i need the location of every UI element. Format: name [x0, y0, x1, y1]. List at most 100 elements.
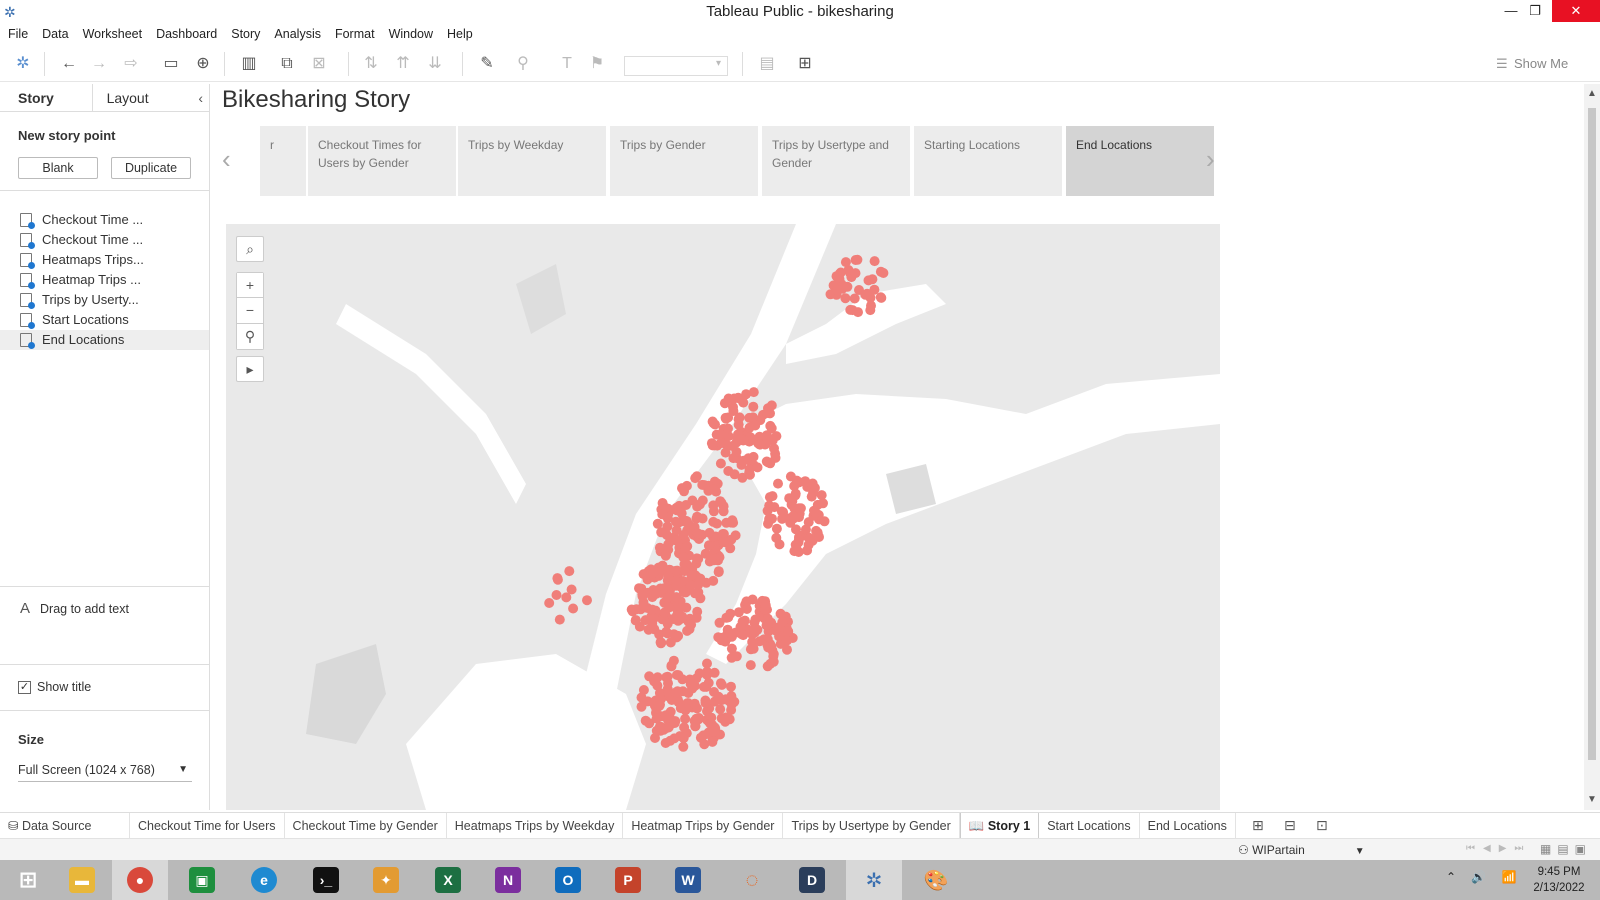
story-point-card-selected[interactable]: End Locations	[1066, 126, 1214, 196]
sheet-item-selected[interactable]: End Locations	[0, 330, 209, 350]
map-point[interactable]	[708, 575, 719, 586]
pin-map-icon[interactable]: ⚲	[236, 324, 264, 350]
map-point[interactable]	[662, 592, 673, 603]
previous-story-point-icon[interactable]: ‹	[222, 144, 231, 175]
map-point[interactable]	[869, 284, 880, 295]
sheet-tab[interactable]: Checkout Time by Gender	[285, 812, 447, 839]
story-point-card[interactable]: r	[260, 126, 306, 196]
map-point[interactable]	[697, 513, 708, 524]
duplicate-button[interactable]: Duplicate	[111, 157, 191, 179]
taskbar-jupyter[interactable]: ◌	[724, 860, 780, 900]
map-point[interactable]	[659, 607, 670, 618]
map-point[interactable]	[731, 446, 742, 457]
story-point-card[interactable]: Checkout Times for Users by Gender	[308, 126, 456, 196]
map-point[interactable]	[662, 618, 673, 629]
map-point[interactable]	[680, 515, 691, 526]
map-point[interactable]	[771, 523, 782, 534]
map-point[interactable]	[804, 533, 815, 544]
map-point[interactable]	[767, 491, 778, 502]
map-point[interactable]	[564, 566, 575, 577]
map-point[interactable]	[678, 552, 689, 563]
new-story-icon[interactable]: ⊡	[1306, 817, 1338, 834]
show-title-checkbox[interactable]: ✓ Show title	[18, 680, 91, 694]
map-point[interactable]	[850, 268, 861, 279]
sheet-tab[interactable]: Checkout Time for Users	[130, 812, 285, 839]
taskbar-word[interactable]: W	[660, 860, 716, 900]
map-point[interactable]	[762, 661, 773, 672]
map-point[interactable]	[777, 617, 788, 628]
map-point[interactable]	[568, 603, 579, 614]
sheet-tab[interactable]: End Locations	[1140, 812, 1236, 839]
map-point[interactable]	[840, 257, 851, 268]
map-point[interactable]	[733, 607, 744, 618]
map-point[interactable]	[748, 401, 759, 412]
presentation-mode-icon[interactable]: ⊞	[794, 54, 816, 74]
tab-layout[interactable]: Layout ‹	[91, 84, 209, 112]
taskbar-outlook[interactable]: O	[540, 860, 596, 900]
sheet-item[interactable]: Checkout Time ...	[0, 230, 209, 250]
map-point[interactable]	[769, 443, 779, 454]
new-worksheet-icon[interactable]: ▥	[238, 54, 260, 74]
map-point[interactable]	[747, 594, 758, 605]
map-point[interactable]	[677, 611, 688, 622]
map-point[interactable]	[699, 681, 709, 692]
menu-format[interactable]: Format	[335, 27, 375, 41]
drag-to-add-text[interactable]: A Drag to add text	[20, 600, 129, 617]
map-point[interactable]	[867, 274, 878, 285]
map-point[interactable]	[715, 438, 726, 449]
map-point[interactable]	[654, 700, 665, 711]
map-point[interactable]	[700, 548, 711, 559]
end-locations-map[interactable]: ⌕ + − ⚲ ▸	[226, 224, 1220, 810]
menu-data[interactable]: Data	[42, 27, 68, 41]
map-point[interactable]	[713, 691, 724, 702]
map-point[interactable]	[679, 722, 690, 733]
map-point[interactable]	[726, 681, 736, 692]
taskbar-explorer[interactable]: ▬	[54, 860, 110, 900]
map-point[interactable]	[700, 697, 711, 708]
menu-worksheet[interactable]: Worksheet	[83, 27, 143, 41]
taskbar-edge[interactable]: e	[236, 860, 292, 900]
map-point[interactable]	[711, 518, 722, 529]
taskbar-chrome[interactable]: ●	[112, 860, 168, 900]
restore-button[interactable]: ❐	[1520, 0, 1550, 22]
map-point[interactable]	[690, 588, 700, 599]
group-icon[interactable]: ⚲	[512, 54, 534, 74]
map-point[interactable]	[707, 416, 718, 427]
map-point[interactable]	[554, 614, 565, 625]
sheet-item[interactable]: Heatmaps Trips...	[0, 250, 209, 270]
sheet-item[interactable]: Start Locations	[0, 310, 209, 330]
scroll-up-icon[interactable]: ▲	[1587, 88, 1597, 99]
new-dashboard-icon[interactable]: ⊟	[1274, 817, 1306, 834]
sheet-tab[interactable]: Heatmap Trips by Gender	[623, 812, 784, 839]
map-point[interactable]	[760, 600, 771, 611]
map-point[interactable]	[656, 527, 667, 538]
map-point[interactable]	[676, 602, 687, 613]
start-button[interactable]: ⊞	[0, 860, 56, 900]
map-point[interactable]	[774, 539, 785, 550]
taskbar-dolby[interactable]: D	[784, 860, 840, 900]
taskbar-paint[interactable]: 🎨	[908, 860, 964, 900]
map-point[interactable]	[765, 420, 776, 431]
taskbar-onenote[interactable]: N	[480, 860, 536, 900]
blank-button[interactable]: Blank	[18, 157, 98, 179]
taskbar-store[interactable]: ▣	[174, 860, 230, 900]
taskbar-pinwheel[interactable]: ✦	[358, 860, 414, 900]
vertical-scrollbar[interactable]: ▲ ▼	[1584, 84, 1600, 810]
map-point[interactable]	[704, 527, 715, 538]
story-title[interactable]: Bikesharing Story	[222, 86, 410, 114]
map-point[interactable]	[806, 491, 817, 502]
map-point[interactable]	[729, 469, 740, 480]
taskbar-tableau[interactable]: ✲	[846, 860, 902, 900]
redo-icon[interactable]: →	[88, 54, 110, 74]
sort-descending-icon[interactable]: ⇊	[424, 54, 446, 74]
map-point[interactable]	[715, 496, 726, 507]
map-point[interactable]	[651, 713, 662, 724]
map-point[interactable]	[675, 703, 686, 714]
story-point-card[interactable]: Trips by Weekday	[458, 126, 606, 196]
map-point[interactable]	[766, 400, 777, 411]
map-point[interactable]	[670, 687, 681, 698]
system-clock[interactable]: 9:45 PM 2/13/2022	[1524, 864, 1594, 896]
map-point[interactable]	[744, 422, 755, 433]
map-point[interactable]	[730, 530, 741, 541]
map-point[interactable]	[734, 412, 745, 423]
